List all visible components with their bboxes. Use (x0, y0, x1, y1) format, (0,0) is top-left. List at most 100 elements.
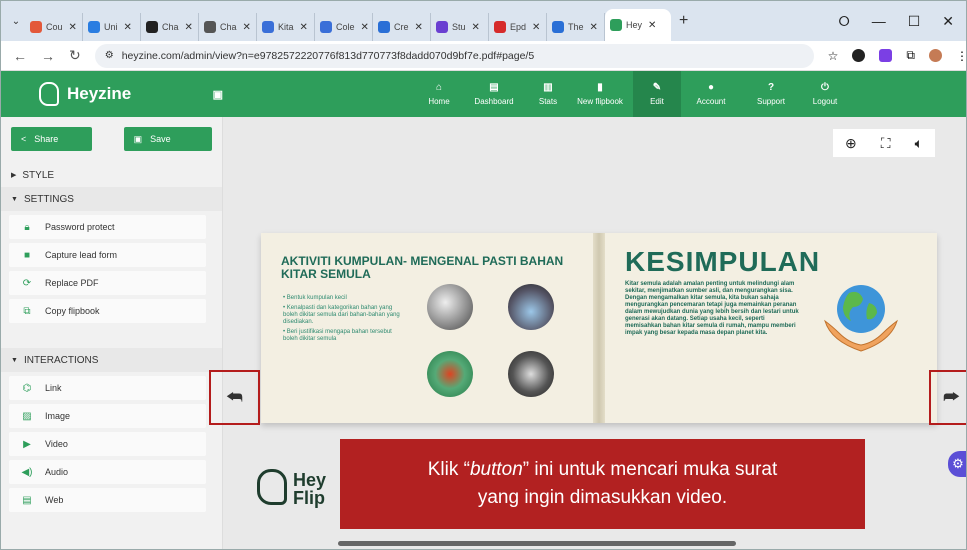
tab-close-icon[interactable]: ✕ (415, 22, 423, 33)
tab-close-icon[interactable]: ✕ (361, 22, 369, 33)
section-style[interactable]: ▶ STYLE (1, 163, 222, 187)
nav-stats[interactable]: ▥ Stats (529, 71, 567, 117)
close-window-button[interactable]: ✕ (942, 13, 954, 30)
maximize-button[interactable]: ☐ (908, 13, 921, 30)
gear-icon: ⚙ (952, 456, 964, 471)
section-interactions[interactable]: ▼ INTERACTIONS (1, 348, 222, 372)
extensions-puzzle-icon[interactable]: ⧉ (906, 48, 915, 63)
save-icon: ▣ (133, 133, 143, 144)
next-page-button[interactable]: ⮫ (929, 370, 966, 425)
window-controls: ⭘ — ☐ ✕ (839, 1, 967, 41)
nav-support[interactable]: ? Support (741, 71, 801, 117)
nav-account[interactable]: ● Account (681, 71, 741, 117)
tab-search-chevron-icon[interactable]: ⌄ (9, 16, 23, 27)
browser-tab[interactable]: Kita ✕ (257, 13, 315, 41)
tab-close-icon[interactable]: ✕ (185, 22, 193, 33)
logout-icon: ⏻ (821, 82, 829, 93)
settings-gear-button[interactable]: ⚙ (948, 451, 966, 477)
zoom-in-icon[interactable]: ⊕ (845, 135, 857, 152)
heyzine-logo[interactable]: Heyzine ▣ (1, 82, 231, 106)
reload-button[interactable]: ↻ (69, 47, 81, 64)
tab-close-icon[interactable]: ✕ (472, 22, 480, 33)
sidebar-item-password-protect[interactable]: 🔒︎ Password protect (9, 215, 206, 239)
nav-edit[interactable]: ✎ Edit (633, 71, 681, 117)
flipbook-spread[interactable]: AKTIVITI KUMPULAN- MENGENAL PASTI BAHAN … (261, 233, 937, 423)
sidebar-item-copy-flipbook[interactable]: ⧉ Copy flipbook (9, 299, 206, 323)
support-icon: ? (767, 82, 775, 93)
browser-tab[interactable]: Epd ✕ (489, 13, 547, 41)
photo-glasses-image (508, 351, 554, 397)
browser-tab[interactable]: Cha ✕ (199, 13, 257, 41)
section-settings[interactable]: ▼ SETTINGS (1, 187, 222, 211)
bullet-item: • Bentuk kumpulan kecil (283, 295, 347, 301)
browser-tab[interactable]: Cha ✕ (141, 13, 199, 41)
page-scrollbar[interactable] (338, 541, 736, 546)
tab-close-icon[interactable]: ✕ (648, 20, 656, 31)
nav-dashboard[interactable]: ▤ Dashboard (459, 71, 529, 117)
nav-home[interactable]: ⌂ Home (419, 71, 459, 117)
tab-favicon-icon (610, 19, 622, 31)
sidebar-item-capture-lead-form[interactable]: ■ Capture lead form (9, 243, 206, 267)
sidebar-item-label: Replace PDF (45, 278, 99, 288)
tab-favicon-icon (436, 21, 448, 33)
sidebar-item-web[interactable]: ▤ Web (9, 488, 206, 512)
nav-label: Support (756, 97, 786, 106)
browser-tab[interactable]: Cre ✕ (373, 13, 431, 41)
tab-close-icon[interactable]: ✕ (243, 22, 251, 33)
sidebar-item-video[interactable]: ▶ Video (9, 432, 206, 456)
fullscreen-icon[interactable]: ⛶ (881, 135, 891, 152)
prev-page-button[interactable]: ⮪ (209, 370, 260, 425)
tab-favicon-icon (262, 21, 274, 33)
profile-circle-icon[interactable]: ⭘ (839, 13, 850, 30)
bullet-text: Beri justifikasi mengapa bahan tersebut … (283, 329, 392, 342)
browser-tab[interactable]: Uni ✕ (83, 13, 141, 41)
sidebar-item-image[interactable]: ▨ Image (9, 404, 206, 428)
tab-close-icon[interactable]: ✕ (69, 22, 77, 33)
url-field[interactable]: ⚙ heyzine.com/admin/view?n=e978257222077… (94, 43, 814, 68)
site-settings-icon[interactable]: ⚙ (105, 50, 114, 61)
extension-purple-icon[interactable] (879, 49, 893, 62)
share-button[interactable]: < Share (11, 127, 92, 151)
section-interactions-label: INTERACTIONS (23, 354, 99, 366)
nav-label: New flipbook (577, 97, 623, 106)
browser-tab[interactable]: Stu ✕ (431, 13, 489, 41)
minimize-button[interactable]: — (872, 13, 886, 29)
back-button[interactable]: ← (13, 48, 27, 64)
tab-title: Kita (278, 22, 294, 32)
photo-bottles-image (508, 284, 554, 330)
extension-dark-icon[interactable] (852, 49, 866, 62)
sidebar-item-label: Web (45, 495, 64, 505)
tab-close-icon[interactable]: ✕ (124, 22, 132, 33)
avatar[interactable] (929, 49, 942, 62)
save-button[interactable]: ▣ Save (123, 127, 212, 151)
callout-line1-pre: Klik “ (427, 459, 470, 480)
browser-tab[interactable]: Hey ✕ (605, 9, 671, 41)
browser-tab[interactable]: Cole ✕ (315, 13, 373, 41)
tab-close-icon[interactable]: ✕ (532, 22, 540, 33)
sidebar-item-label: Image (45, 411, 71, 421)
sidebar-toggle-icon[interactable]: ▣ (213, 88, 223, 101)
sidebar-item-audio[interactable]: ◀︎) Audio (9, 460, 206, 484)
tab-close-icon[interactable]: ✕ (300, 22, 308, 33)
browser-tab[interactable]: Cou ✕ (25, 13, 83, 41)
sidebar-item-replace-pdf[interactable]: ⟳ Replace PDF (9, 271, 206, 295)
sound-icon[interactable]: 🔈︎ (915, 135, 923, 152)
right-page-body: Kitar semula adalah amalan penting untuk… (625, 281, 799, 336)
tab-favicon-icon (30, 21, 42, 33)
bullet-item: • Beri justifikasi mengapa bahan tersebu… (283, 329, 392, 342)
sidebar: < Share ▣ Save ▶ STYLE ▼ SETTINGS 🔒︎ Pass… (1, 117, 223, 549)
save-button-label: Save (150, 134, 171, 144)
new-tab-button[interactable]: + (673, 12, 694, 30)
caret-right-icon: ▶ (11, 172, 17, 179)
nav-new-flipbook[interactable]: ▮ New flipbook (567, 71, 633, 117)
sidebar-item-link[interactable]: ⌬ Link (9, 376, 206, 400)
callout-line1-post: ” ini untuk mencari muka surat (522, 459, 778, 480)
sidebar-item-label: Copy flipbook (45, 306, 100, 316)
browser-tab[interactable]: The ✕ (547, 13, 605, 41)
tab-favicon-icon (378, 21, 390, 33)
bookmark-star-icon[interactable]: ☆ (828, 49, 839, 63)
forward-button[interactable]: → (41, 48, 55, 64)
tab-close-icon[interactable]: ✕ (590, 22, 598, 33)
nav-logout[interactable]: ⏻ Logout (801, 71, 849, 117)
browser-menu-icon[interactable]: ⋮ (956, 49, 966, 63)
